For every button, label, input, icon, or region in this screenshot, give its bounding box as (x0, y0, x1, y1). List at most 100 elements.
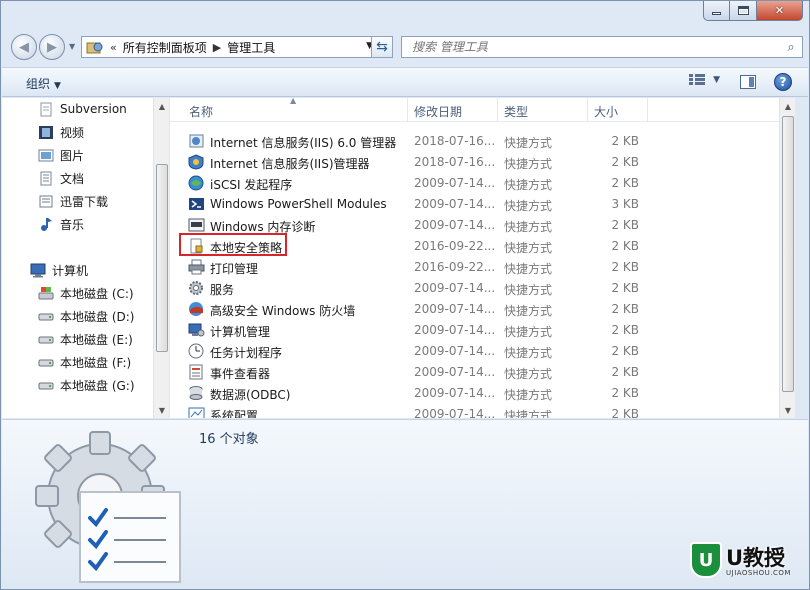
file-size: 2 KB (611, 281, 639, 295)
computer-icon (30, 263, 46, 277)
file-row[interactable]: Windows PowerShell Modules 2009-07-14...… (182, 194, 642, 214)
file-row[interactable]: Internet 信息服务(IIS) 6.0 管理器 2018-07-16...… (182, 131, 642, 151)
column-header-name[interactable]: 名称 (189, 103, 213, 120)
column-header-type[interactable]: 类型 (504, 103, 528, 120)
nav-pane-scrollbar[interactable]: ▲ ▼ (153, 98, 169, 418)
file-size: 2 KB (611, 344, 639, 358)
nav-item-music[interactable]: 音乐 (38, 214, 84, 234)
file-type: 快捷方式 (504, 409, 553, 418)
scroll-thumb[interactable] (156, 164, 168, 352)
refresh-button[interactable]: ⇆ (371, 36, 393, 58)
file-size: 2 KB (611, 365, 639, 379)
file-type: 快捷方式 (504, 220, 553, 234)
file-row[interactable]: 高级安全 Windows 防火墙 2009-07-14... 快捷方式 2 KB (182, 299, 642, 319)
nav-item-computer[interactable]: 计算机 (30, 260, 88, 280)
firewall-icon (189, 302, 203, 316)
file-date: 2009-07-14... (414, 344, 496, 358)
file-date: 2016-09-22... (414, 239, 496, 253)
scroll-thumb[interactable] (782, 116, 794, 392)
close-button[interactable]: ✕ (757, 1, 803, 21)
drive-icon (38, 313, 54, 320)
preview-pane-icon[interactable] (740, 75, 756, 89)
nav-item-drive-e[interactable]: 本地磁盘 (E:) (38, 329, 133, 349)
nav-item-drive-d[interactable]: 本地磁盘 (D:) (38, 306, 134, 326)
file-row[interactable]: 数据源(ODBC) 2009-07-14... 快捷方式 2 KB (182, 383, 642, 403)
forward-button[interactable]: ▶ (39, 34, 65, 60)
file-row[interactable]: 任务计划程序 2009-07-14... 快捷方式 2 KB (182, 341, 642, 361)
file-name: 计算机管理 (210, 325, 271, 339)
back-button[interactable]: ◀ (11, 34, 37, 60)
nav-item-videos[interactable]: 视频 (38, 122, 84, 142)
nav-item-label: 本地磁盘 (E:) (60, 332, 133, 347)
search-icon[interactable]: ⌕ (780, 40, 802, 55)
view-dropdown-icon[interactable]: ▼ (713, 75, 720, 85)
file-row[interactable]: 打印管理 2016-09-22... 快捷方式 2 KB (182, 257, 642, 277)
search-box[interactable]: ⌕ (401, 36, 803, 58)
explorer-window: ✕ ◀ ▶ ▼ « 所有控制面板项 ▶ 管理工具 ▼ ⇆ ⌕ 组织▼ ▼ (0, 0, 810, 590)
search-input[interactable] (402, 40, 780, 54)
column-header-row: ▲ 名称 修改日期 类型 大小 (170, 98, 795, 122)
file-date: 2016-09-22... (414, 260, 496, 274)
control-panel-icon (86, 42, 103, 54)
scroll-up-arrow-icon[interactable]: ▲ (154, 98, 170, 114)
file-list-scrollbar[interactable]: ▲ ▼ (779, 98, 795, 418)
address-bar[interactable]: « 所有控制面板项 ▶ 管理工具 ▼ (81, 36, 378, 58)
nav-item-drive-g[interactable]: 本地磁盘 (G:) (38, 375, 135, 395)
nav-item-label: 图片 (60, 148, 85, 163)
column-header-size[interactable]: 大小 (594, 103, 618, 120)
maximize-icon (737, 6, 749, 15)
admin-tools-gear-icon (35, 431, 181, 583)
maximize-button[interactable] (730, 1, 757, 21)
nav-item-pictures[interactable]: 图片 (38, 145, 84, 165)
file-date: 2009-07-14... (414, 323, 496, 337)
recent-pages-dropdown[interactable]: ▼ (69, 42, 75, 51)
file-row[interactable]: 事件查看器 2009-07-14... 快捷方式 2 KB (182, 362, 642, 382)
nav-item-thunder-downloads[interactable]: 迅雷下载 (38, 191, 108, 211)
file-size: 2 KB (611, 134, 639, 148)
file-row[interactable]: iSCSI 发起程序 2009-07-14... 快捷方式 2 KB (182, 173, 642, 193)
breadcrumb-separator-icon[interactable]: ▶ (213, 41, 221, 54)
drive-icon (38, 336, 54, 343)
breadcrumb-admin-tools[interactable]: 管理工具 (227, 39, 275, 56)
details-view-icon (689, 74, 706, 85)
nav-item-subversion[interactable]: Subversion (38, 99, 127, 119)
minimize-button[interactable] (703, 1, 730, 21)
nav-item-drive-c[interactable]: 本地磁盘 (C:) (38, 283, 134, 303)
file-date: 2009-07-14... (414, 281, 496, 295)
file-size: 2 KB (611, 386, 639, 400)
file-row[interactable]: Internet 信息服务(IIS)管理器 2018-07-16... 快捷方式… (182, 152, 642, 172)
column-divider[interactable] (647, 98, 648, 122)
nav-item-drive-f[interactable]: 本地磁盘 (F:) (38, 352, 131, 372)
system-drive-icon (38, 286, 54, 299)
breadcrumb-control-panel[interactable]: 所有控制面板项 (123, 39, 207, 56)
help-button[interactable]: ? (774, 73, 792, 91)
file-list: ▲ 名称 修改日期 类型 大小 Internet 信息服务(IIS) 6.0 管… (170, 98, 795, 418)
scroll-down-arrow-icon[interactable]: ▼ (154, 402, 170, 418)
close-icon: ✕ (774, 4, 785, 17)
column-divider[interactable] (407, 98, 408, 122)
column-header-date[interactable]: 修改日期 (414, 103, 462, 120)
file-date: 2009-07-14... (414, 386, 496, 400)
back-arrow-icon: ◀ (19, 39, 29, 55)
file-row[interactable]: 计算机管理 2009-07-14... 快捷方式 2 KB (182, 320, 642, 340)
file-date: 2009-07-14... (414, 197, 496, 211)
address-overflow-chevron[interactable]: « (110, 41, 117, 54)
file-row[interactable]: Windows 内存诊断 2009-07-14... 快捷方式 2 KB (182, 215, 642, 235)
file-type: 快捷方式 (504, 367, 553, 381)
nav-item-documents[interactable]: 文档 (38, 168, 84, 188)
column-divider[interactable] (497, 98, 498, 122)
scroll-down-arrow-icon[interactable]: ▼ (780, 402, 795, 418)
file-size: 2 KB (611, 176, 639, 190)
file-size: 2 KB (611, 218, 639, 232)
scroll-up-arrow-icon[interactable]: ▲ (780, 98, 795, 114)
change-view-button[interactable]: ▼ (689, 74, 720, 85)
file-type: 快捷方式 (504, 325, 553, 339)
organize-button[interactable]: 组织 ▼ (26, 75, 61, 92)
iscsi-icon (188, 175, 204, 191)
column-divider[interactable] (587, 98, 588, 122)
file-row[interactable]: 服务 2009-07-14... 快捷方式 2 KB (182, 278, 642, 298)
file-type: 快捷方式 (504, 241, 553, 255)
file-name: 任务计划程序 (210, 346, 283, 360)
file-row[interactable]: 系统配置 2009-07-14... 快捷方式 2 KB (182, 404, 642, 418)
watermark-url: UJIAOSHOU.COM (726, 569, 791, 577)
